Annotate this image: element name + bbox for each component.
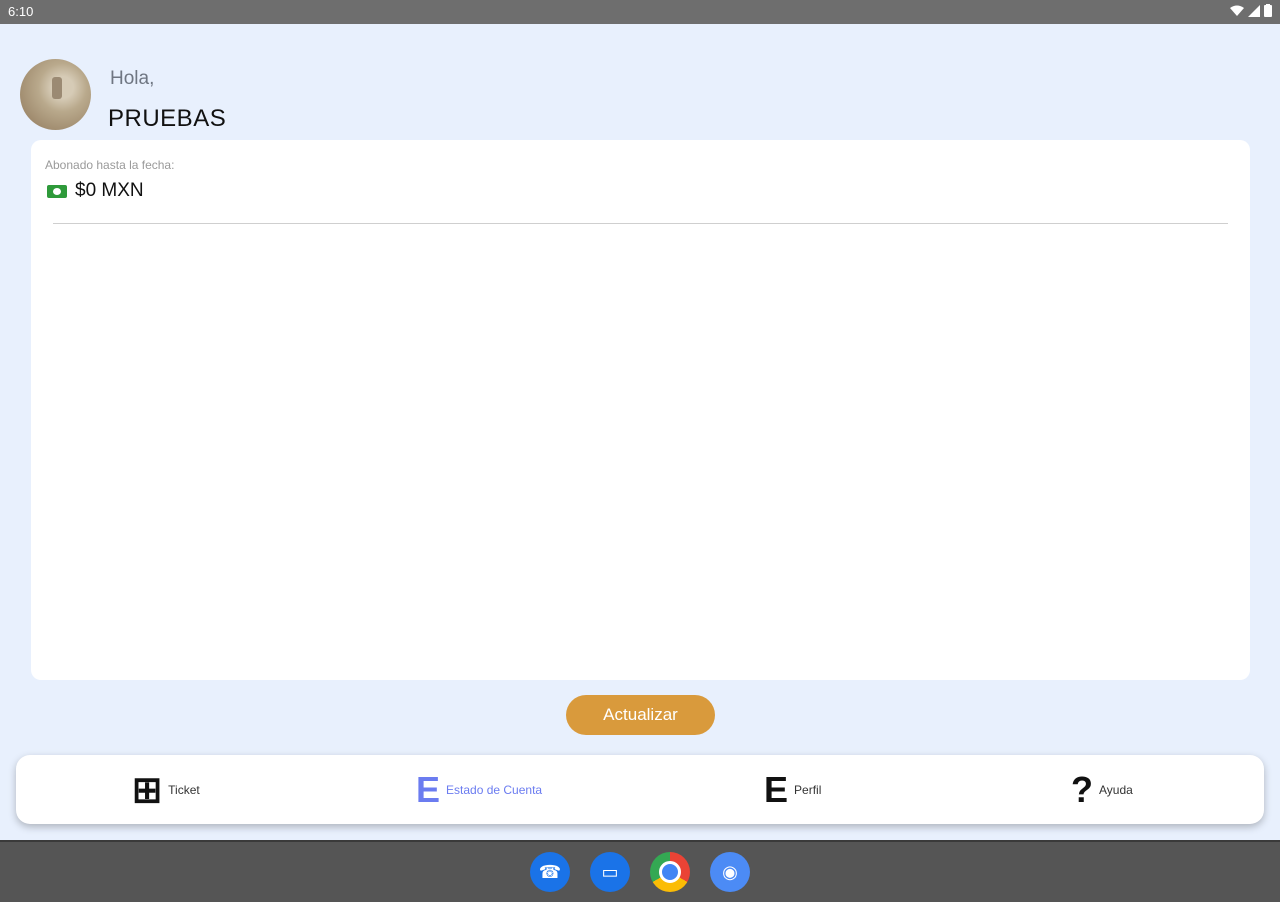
nav-item-perfil[interactable]: E Perfil: [764, 770, 821, 810]
nav-item-estado-de-cuenta[interactable]: E Estado de Cuenta: [416, 770, 542, 810]
nav-label-ticket: Ticket: [168, 783, 200, 797]
system-dock-bar: ☎ ▭ ◉: [0, 840, 1280, 902]
balance-label: Abonado hasta la fecha:: [45, 158, 175, 172]
status-bar: 6:10: [0, 0, 1280, 24]
nav-label-ayuda: Ayuda: [1099, 783, 1133, 797]
phone-icon[interactable]: ☎: [530, 852, 570, 892]
chrome-icon[interactable]: [650, 852, 690, 892]
nav-label-estado-de-cuenta: Estado de Cuenta: [446, 783, 543, 797]
nav-label-perfil: Perfil: [794, 783, 822, 797]
battery-icon: [1264, 4, 1272, 17]
messages-icon[interactable]: ▭: [590, 852, 630, 892]
status-icons: [1230, 4, 1272, 17]
status-time: 6:10: [8, 4, 34, 19]
profile-icon: E: [764, 769, 789, 810]
balance-amount-row: $0 MXN: [47, 180, 144, 202]
wifi-icon: [1230, 5, 1244, 16]
add-ticket-icon: ⊞: [132, 769, 163, 810]
balance-card: Abonado hasta la fecha: $0 MXN: [31, 140, 1250, 680]
username: PRUEBAS: [108, 105, 227, 132]
divider: [53, 223, 1228, 224]
balance-amount: $0 MXN: [75, 180, 144, 201]
greeting: Hola,: [110, 68, 155, 89]
nav-item-ticket[interactable]: ⊞ Ticket: [132, 770, 200, 810]
refresh-button[interactable]: Actualizar: [566, 695, 715, 735]
cash-icon: [47, 184, 67, 198]
signal-icon: [1248, 4, 1260, 17]
dock: ☎ ▭ ◉: [530, 852, 750, 892]
avatar[interactable]: [20, 59, 91, 130]
bottom-navigation: ⊞ Ticket E Estado de Cuenta E Perfil ? A…: [16, 755, 1264, 824]
account-statement-icon: E: [416, 769, 441, 810]
camera-icon[interactable]: ◉: [710, 852, 750, 892]
nav-item-ayuda[interactable]: ? Ayuda: [1071, 770, 1133, 810]
help-icon: ?: [1071, 769, 1093, 810]
